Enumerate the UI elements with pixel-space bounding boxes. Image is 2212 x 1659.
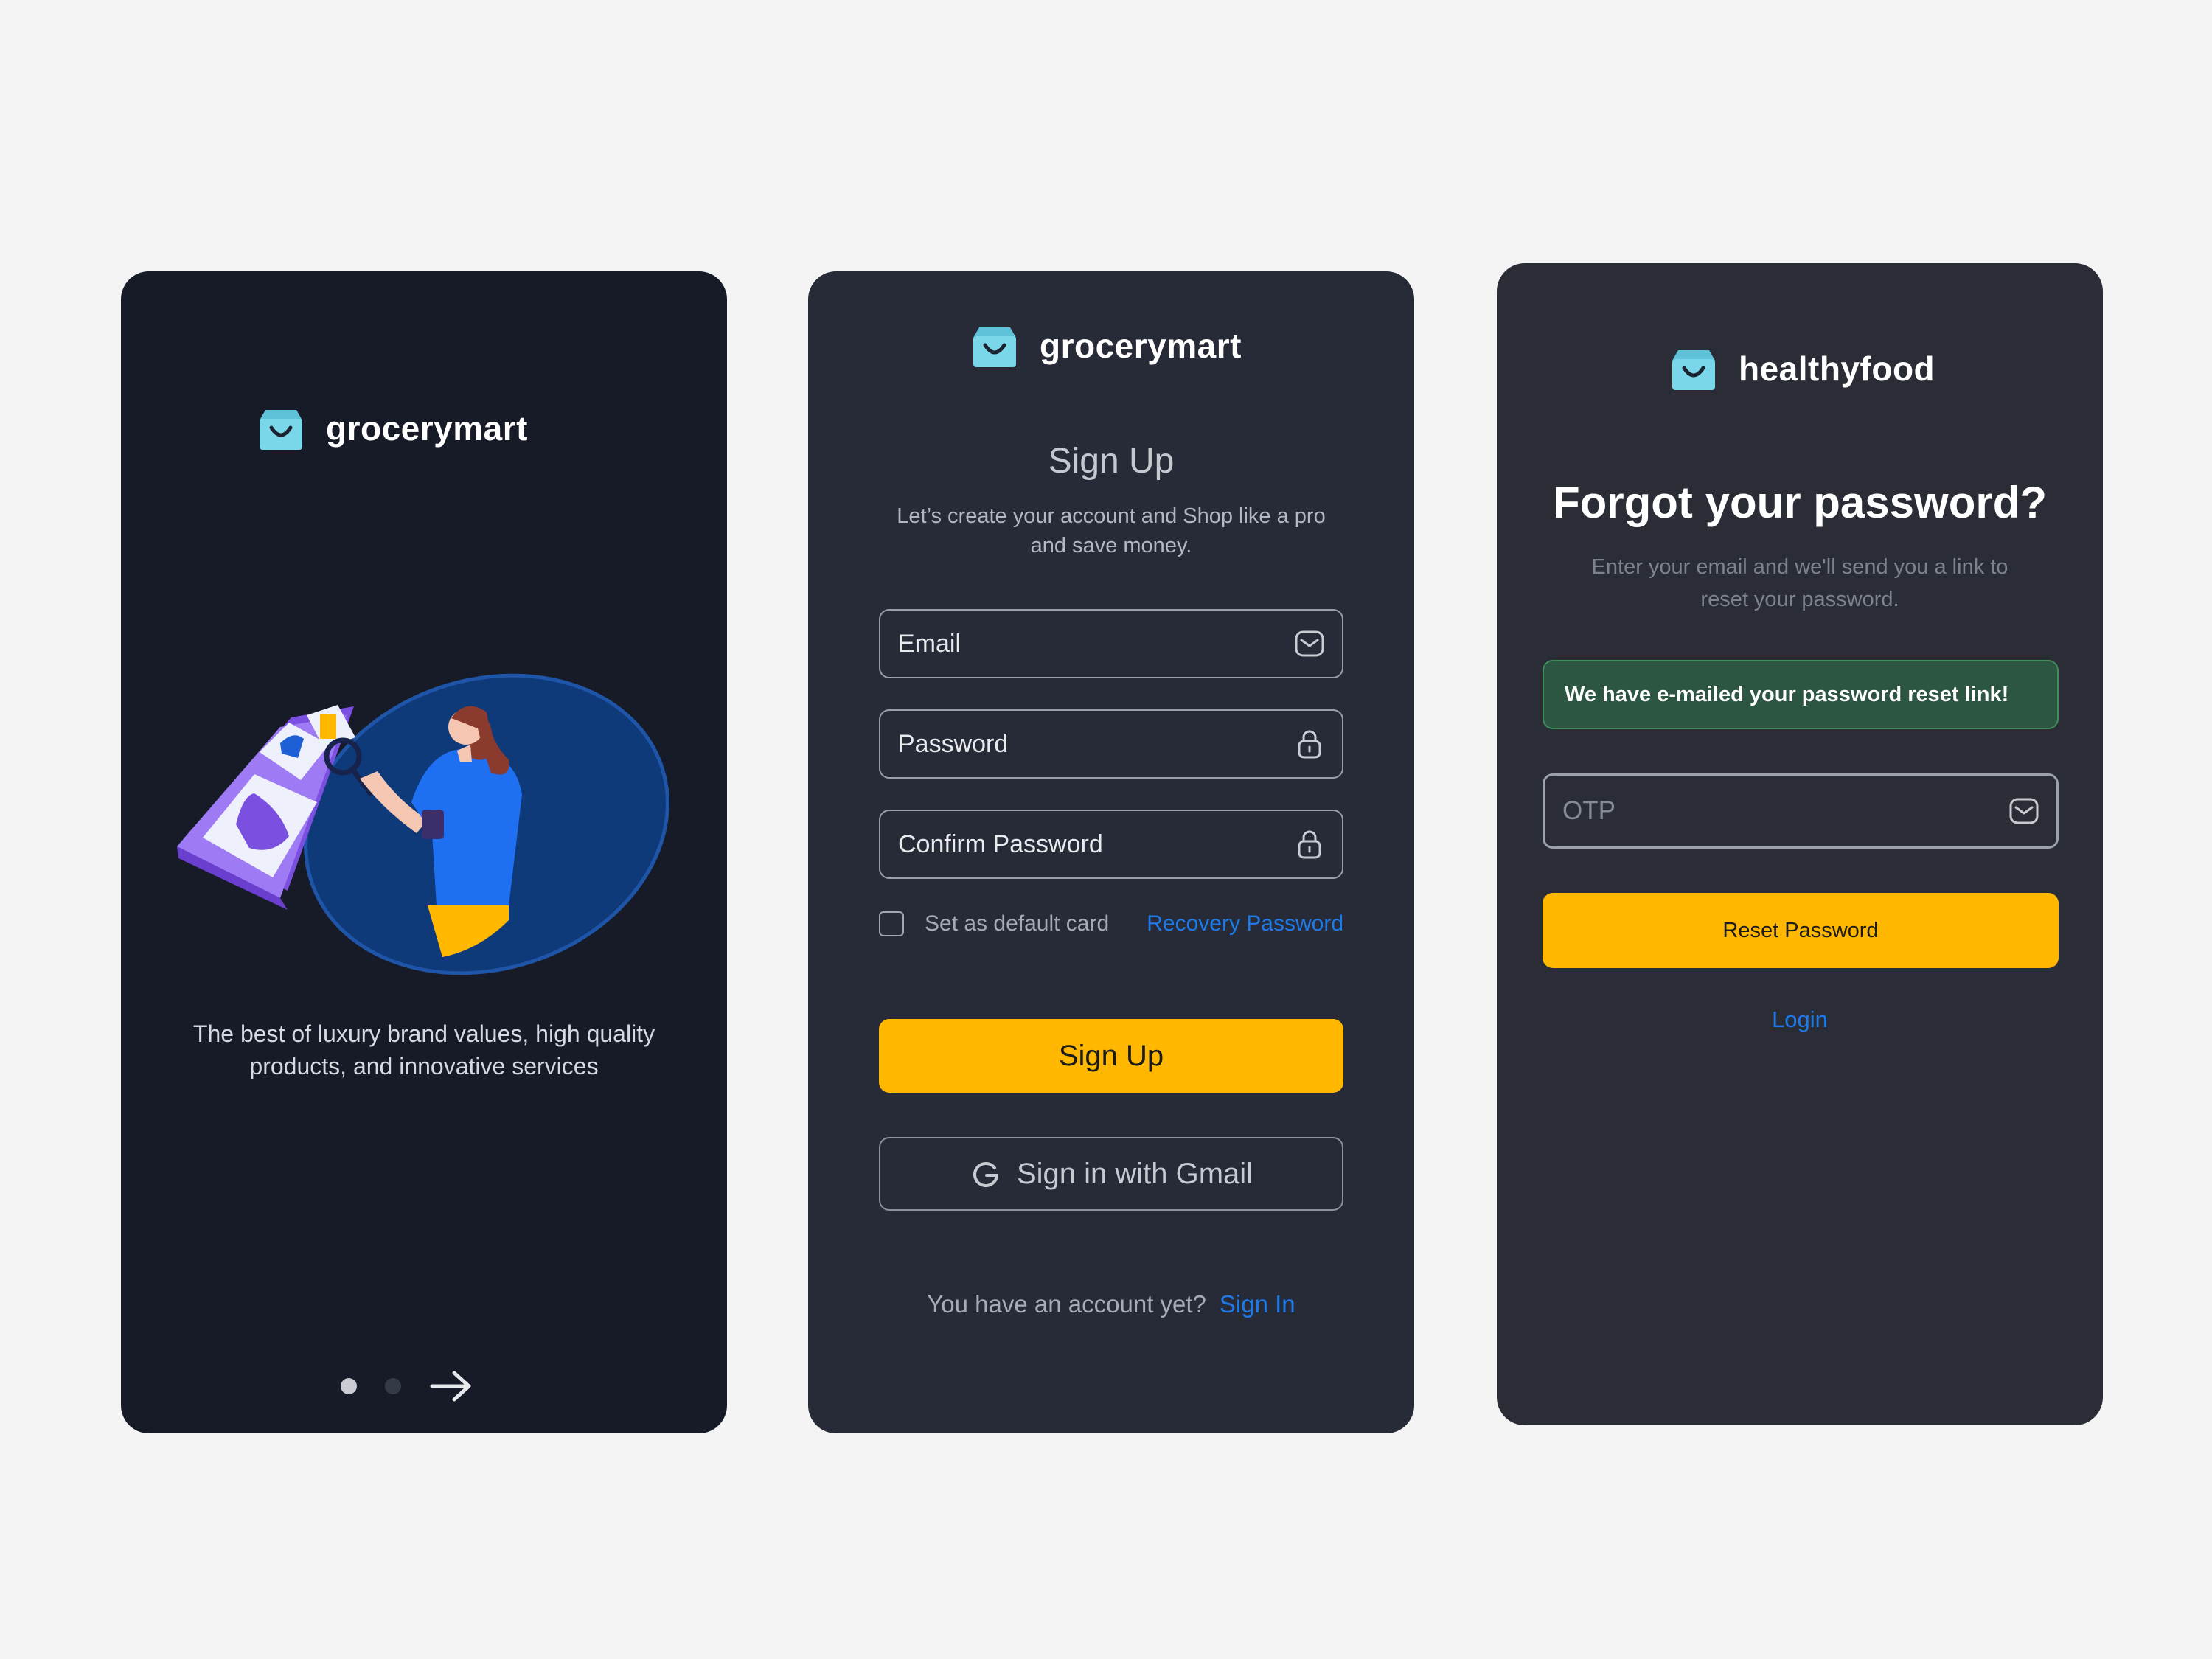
shopping-bag-icon [970,321,1019,370]
email-field[interactable]: Email [879,609,1343,678]
signup-screen: grocerymart Sign Up Let’s create your ac… [808,271,1414,1433]
arrow-right-icon[interactable] [429,1368,473,1404]
mail-icon [1293,627,1326,660]
page-dot-inactive[interactable] [385,1378,401,1394]
shopping-woman-illustration [177,673,669,975]
google-g-icon [973,1162,999,1188]
brand-logo: grocerymart [970,321,1242,370]
mail-icon [2008,795,2040,827]
page-dot-active[interactable] [341,1378,357,1394]
otp-input[interactable]: OTP [1543,773,2059,849]
page-title: Forgot your password? [1552,478,2048,527]
gmail-button-label: Sign in with Gmail [1016,1157,1253,1190]
password-label: Password [898,729,1009,758]
default-card-checkbox[interactable] [879,911,904,936]
forgot-password-screen: healthyfood Forgot your password? Enter … [1497,263,2103,1425]
checkbox-label: Set as default card [925,911,1110,936]
sign-up-button[interactable]: Sign Up [879,1019,1343,1093]
otp-placeholder: OTP [1562,796,1615,825]
lock-icon [1293,728,1326,760]
email-label: Email [898,629,961,658]
reset-password-button[interactable]: Reset Password [1543,893,2059,968]
page-subtitle: Let’s create your account and Shop like … [897,504,1326,557]
page-title: Sign Up [1048,442,1175,481]
lock-icon [1293,828,1326,860]
password-field[interactable]: Password [879,709,1343,779]
gmail-sign-in-button[interactable]: Sign in with Gmail [879,1137,1343,1211]
onboarding-tagline: The best of luxury brand values, high qu… [192,1020,655,1079]
brand-logo: grocerymart [257,404,528,453]
login-link[interactable]: Login [1497,1006,2103,1033]
sign-in-prompt: You have an account yet? Sign In [808,1290,1414,1318]
brand-name: grocerymart [326,409,528,448]
footer-text: You have an account yet? [927,1290,1206,1318]
pagination [341,1368,473,1404]
shopping-bag-icon [257,404,305,453]
onboarding-screen: grocerymart The best of luxury brand val… [121,271,727,1433]
confirm-password-field[interactable]: Confirm Password [879,810,1343,879]
brand-logo: healthyfood [1669,344,1935,393]
page-subtitle: Enter your email and we'll send you a li… [1591,555,2008,611]
sign-in-link[interactable]: Sign In [1220,1290,1295,1318]
options-row: Set as default card Recovery Password [879,911,1343,936]
success-alert: We have e-mailed your password reset lin… [1543,660,2059,729]
brand-name: grocerymart [1040,327,1242,365]
confirm-password-label: Confirm Password [898,830,1103,858]
brand-name: healthyfood [1739,349,1935,388]
recovery-password-link[interactable]: Recovery Password [1147,911,1343,936]
shopping-bag-icon [1669,344,1718,393]
